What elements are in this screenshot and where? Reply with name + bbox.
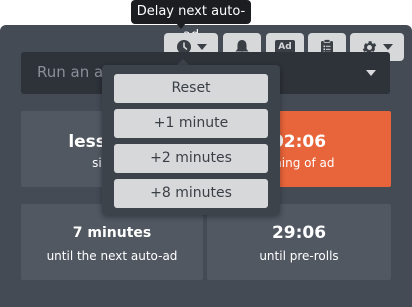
menu-item-plus-8-minutes[interactable]: +8 minutes [114,179,268,208]
menu-item-plus-1-minute[interactable]: +1 minute [114,109,268,138]
stat-card-next-auto-ad: 7 minutes until the next auto-ad [21,204,203,280]
ad-manager-widget: Delay next auto-ad Ad [0,0,412,307]
stat-label: until the next auto-ad [46,249,178,263]
stat-label: until pre-rolls [259,249,339,263]
stat-card-pre-rolls: 29:06 until pre-rolls [207,204,391,280]
menu-item-reset[interactable]: Reset [114,74,268,103]
delay-menu: Reset +1 minute +2 minutes +8 minutes [102,65,280,215]
chevron-down-icon [366,70,376,76]
stat-value: 29:06 [271,223,327,243]
menu-item-plus-2-minutes[interactable]: +2 minutes [114,144,268,173]
stat-value: 7 minutes [72,225,152,241]
chevron-down-icon [383,44,393,50]
chevron-down-icon [196,44,207,50]
tooltip: Delay next auto-ad [131,0,251,43]
tooltip-arrow [176,23,186,29]
